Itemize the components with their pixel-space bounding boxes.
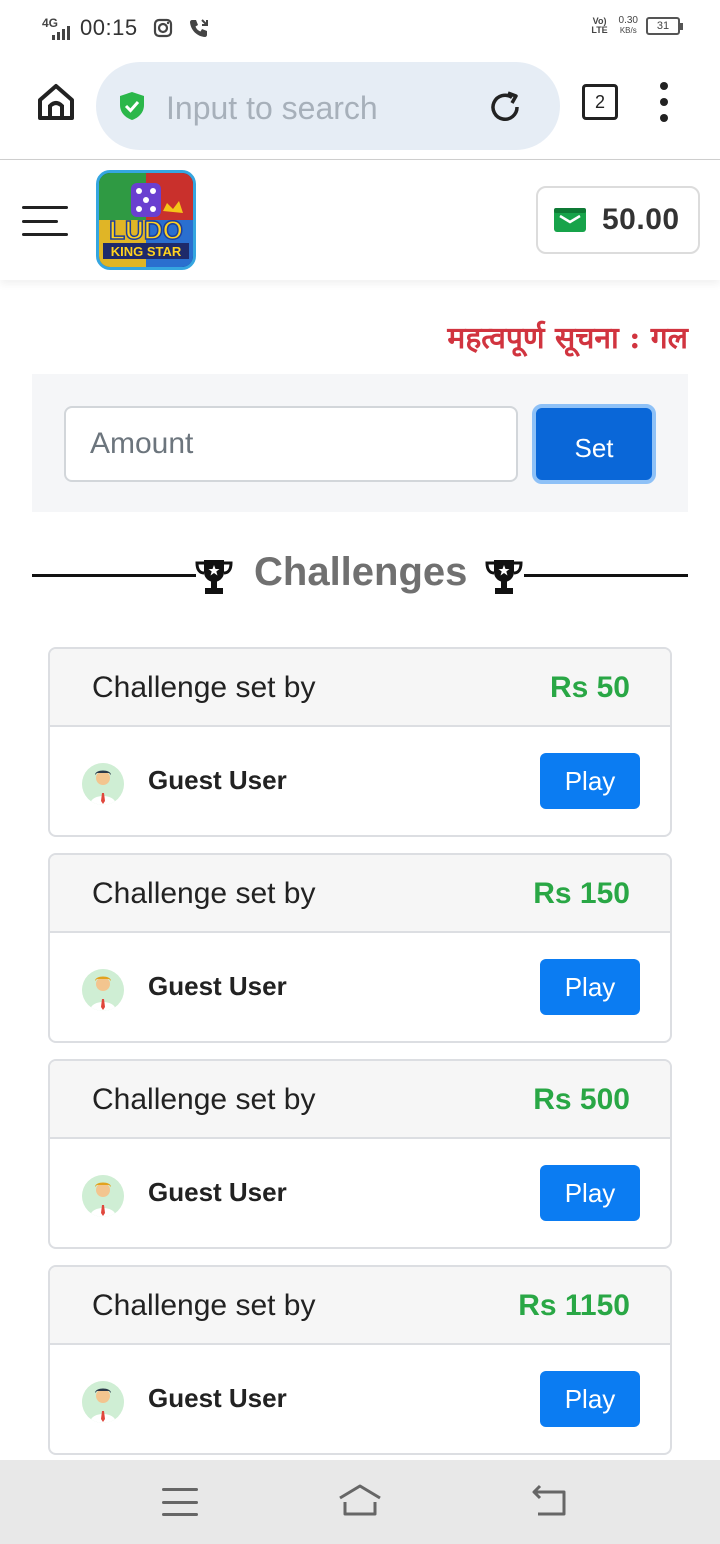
- challenge-amount: Rs 500: [533, 1083, 630, 1116]
- trophy-icon: [484, 558, 524, 596]
- divider-left: [32, 574, 196, 577]
- user-avatar-icon: [82, 969, 124, 1011]
- important-notice-marquee: महत्वपूर्ण सूचना : गल: [447, 321, 688, 356]
- status-bar: 4G 00:15 Vo) LTE 0.30 KB/s 31: [0, 0, 720, 58]
- challenge-card-body: Guest User Play: [50, 727, 670, 835]
- net-speed-unit: KB/s: [619, 26, 637, 35]
- ludo-king-star-logo[interactable]: LUDO KING STAR: [96, 170, 196, 270]
- battery-icon: 31: [646, 17, 683, 35]
- wallet-balance-button[interactable]: 50.00: [536, 186, 700, 254]
- clock: 00:15: [80, 15, 138, 40]
- status-left: 4G 00:15: [40, 14, 210, 42]
- recent-apps-icon[interactable]: [162, 1488, 198, 1516]
- play-button[interactable]: Play: [540, 753, 640, 809]
- system-navigation-bar: [0, 1460, 720, 1544]
- back-icon[interactable]: [530, 1484, 568, 1518]
- challenge-title: Challenge set by: [92, 671, 316, 704]
- net-speed-value: 0.30: [618, 15, 638, 26]
- play-button[interactable]: Play: [540, 1371, 640, 1427]
- challenge-card: Challenge set by Rs 1150 Guest User Play: [48, 1265, 672, 1455]
- user-name: Guest User: [148, 971, 287, 1001]
- challenge-card-header: Challenge set by Rs 50: [50, 649, 670, 727]
- status-right: Vo) LTE 0.30 KB/s 31: [589, 16, 683, 36]
- hamburger-menu-icon[interactable]: [22, 206, 68, 236]
- call-icon: [188, 17, 210, 39]
- svg-text:LUDO: LUDO: [109, 215, 183, 245]
- challenge-card: Challenge set by Rs 150 Guest User Play: [48, 853, 672, 1043]
- challenge-card: Challenge set by Rs 500 Guest User Play: [48, 1059, 672, 1249]
- wallet-amount: 50.00: [602, 203, 680, 236]
- secure-shield-icon: [116, 90, 148, 122]
- set-challenge-form: Amount Set: [32, 374, 688, 512]
- app-header: LUDO KING STAR 50.00: [0, 160, 720, 280]
- trophy-icon: [194, 558, 234, 596]
- challenges-title: Challenges: [254, 550, 468, 594]
- challenge-card-body: Guest User Play: [50, 1345, 670, 1453]
- wallet-icon: [554, 208, 586, 232]
- play-button[interactable]: Play: [540, 959, 640, 1015]
- challenges-heading: Challenges: [32, 548, 688, 604]
- browser-toolbar: Input to search 2: [0, 58, 720, 160]
- set-button[interactable]: Set: [532, 404, 656, 484]
- challenge-card: Challenge set by Rs 50 Guest User Play: [48, 647, 672, 837]
- challenge-card-header: Challenge set by Rs 500: [50, 1061, 670, 1139]
- address-bar[interactable]: Input to search: [96, 62, 560, 150]
- tab-switcher-button[interactable]: 2: [582, 84, 618, 120]
- user-avatar-icon: [82, 763, 124, 805]
- amount-input[interactable]: Amount: [64, 406, 518, 482]
- challenge-amount: Rs 1150: [518, 1289, 630, 1322]
- svg-text:KING STAR: KING STAR: [111, 244, 182, 259]
- app-screen: 4G 00:15 Vo) LTE 0.30 KB/s 31 Input to s…: [0, 0, 720, 1544]
- challenge-card-body: Guest User Play: [50, 1139, 670, 1247]
- user-avatar-icon: [82, 1175, 124, 1217]
- challenge-amount: Rs 50: [549, 671, 630, 704]
- user-name: Guest User: [148, 1177, 287, 1207]
- browser-home-icon[interactable]: [34, 80, 78, 124]
- challenge-amount: Rs 150: [533, 877, 630, 910]
- user-name: Guest User: [148, 1383, 287, 1413]
- challenge-card-body: Guest User Play: [50, 933, 670, 1041]
- reload-icon[interactable]: [486, 88, 524, 126]
- signal-icon: 4G: [40, 14, 76, 42]
- volte-indicator: Vo) LTE: [591, 16, 608, 35]
- net-speed: 0.30 KB/s: [619, 16, 638, 36]
- search-input[interactable]: Input to search: [166, 90, 378, 127]
- challenge-title: Challenge set by: [92, 1289, 316, 1322]
- challenge-card-header: Challenge set by Rs 1150: [50, 1267, 670, 1345]
- challenge-card-header: Challenge set by Rs 150: [50, 855, 670, 933]
- user-name: Guest User: [148, 765, 287, 795]
- home-icon[interactable]: [336, 1482, 384, 1518]
- play-button[interactable]: Play: [540, 1165, 640, 1221]
- user-avatar-icon: [82, 1381, 124, 1423]
- divider-right: [524, 574, 688, 577]
- challenge-title: Challenge set by: [92, 1083, 316, 1116]
- browser-menu-icon[interactable]: [656, 82, 672, 122]
- challenge-title: Challenge set by: [92, 877, 316, 910]
- instagram-icon: [152, 17, 174, 39]
